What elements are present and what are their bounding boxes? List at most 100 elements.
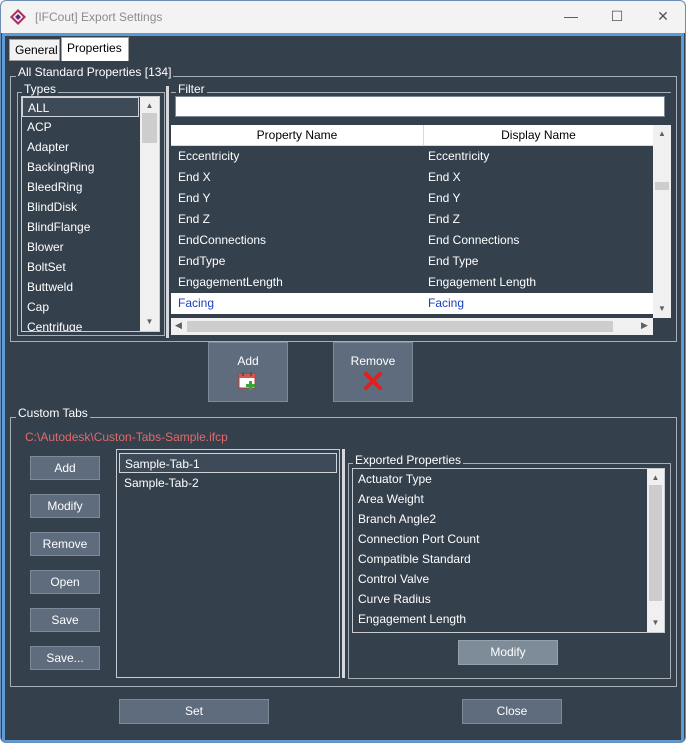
custom-tab-item[interactable]: Sample-Tab-1 [119,453,337,473]
types-list-item[interactable]: Adapter [22,137,139,157]
close-window-button[interactable]: ✕ [640,1,685,33]
exported-property-item[interactable]: Branch Angle2 [353,509,645,529]
types-list-item[interactable]: BoltSet [22,257,139,277]
grid-row[interactable]: End Z End Z [171,209,653,230]
exported-properties-list[interactable]: Actuator Type Area Weight Branch Angle2 Con… [352,468,665,633]
custom-remove-button[interactable]: Remove [30,532,100,556]
types-list-item[interactable]: Buttweld [22,277,139,297]
types-label: Types [22,82,59,96]
display-name-cell: End Y [428,191,461,205]
filter-label: Filter [176,82,207,96]
property-name-cell: Facing [178,296,215,310]
exported-scroll-up-icon[interactable]: ▲ [647,471,664,485]
custom-save-button[interactable]: Save [30,608,100,632]
column-header-property-name[interactable]: Property Name [171,125,424,146]
add-property-button[interactable]: Add [208,342,288,402]
exported-property-item[interactable]: Curve Radius [353,589,645,609]
filter-input[interactable] [175,96,665,117]
grid-row[interactable]: Facing Facing [171,293,653,314]
title-bar: [IFCout] Export Settings — ☐ ✕ [1,1,685,33]
property-name-cell: End Y [178,191,211,205]
grid-row[interactable]: Eccentricity Eccentricity [171,146,653,167]
custom-tab-item[interactable]: Sample-Tab-2 [119,473,337,493]
exported-property-item[interactable]: Compatible Standard [353,549,645,569]
grid-row[interactable]: EngagementLength Engagement Length [171,272,653,293]
exported-scroll-thumb[interactable] [649,485,662,601]
tab-general[interactable]: General [9,39,60,61]
display-name-cell: Eccentricity [428,149,490,163]
grid-row[interactable]: EndType End Type [171,251,653,272]
splitter[interactable] [166,86,169,338]
scroll-up-icon[interactable]: ▲ [140,99,159,113]
exported-scrollbar[interactable]: ▲ ▼ [647,469,664,632]
remove-property-label: Remove [350,354,396,368]
property-grid[interactable]: Property Name Display Name Eccentricity E… [171,125,671,335]
property-name-cell: EndConnections [178,233,267,247]
types-scrollbar[interactable]: ▲ ▼ [140,97,159,331]
property-name-cell: Eccentricity [178,149,240,163]
window-title: [IFCout] Export Settings [35,10,163,24]
exported-properties-label: Exported Properties [353,453,464,467]
custom-modify-button[interactable]: Modify [30,494,100,518]
custom-add-button[interactable]: Add [30,456,100,480]
property-name-cell: End X [178,170,211,184]
close-button[interactable]: Close [462,699,562,724]
types-list-item[interactable]: ACP [22,117,139,137]
types-list-item[interactable]: Centrifuge [22,317,139,331]
display-name-cell: End Z [428,212,461,226]
custom-open-button[interactable]: Open [30,570,100,594]
standard-properties-label: All Standard Properties [134] [16,65,174,79]
exported-property-item[interactable]: Engagement Length [353,609,645,629]
display-name-cell: End Connections [428,233,520,247]
red-x-icon [364,372,382,390]
maximize-button[interactable]: ☐ [594,1,640,33]
grid-scroll-down-icon[interactable]: ▼ [653,302,671,316]
export-settings-window: [IFCout] Export Settings — ☐ ✕ General P… [0,0,686,743]
property-name-cell: End Z [178,212,211,226]
exported-property-item[interactable]: Actuator Type [353,469,645,489]
custom-tab-list[interactable]: Sample-Tab-1 Sample-Tab-2 [116,449,340,678]
scroll-left-icon[interactable]: ◀ [175,320,182,331]
add-property-label: Add [237,354,259,368]
minimize-button[interactable]: — [548,1,594,33]
types-scroll-thumb[interactable] [142,113,157,143]
custom-save-as-button[interactable]: Save... [30,646,100,670]
grid-vscroll-thumb[interactable] [655,182,669,190]
display-name-cell: End Type [428,254,479,268]
grid-row[interactable]: End Y End Y [171,188,653,209]
set-button[interactable]: Set [119,699,269,724]
property-name-cell: EndType [178,254,226,268]
types-list-item[interactable]: Blower [22,237,139,257]
grid-horizontal-scrollbar[interactable]: ◀ ▶ [171,318,653,335]
app-logo-icon [10,9,26,25]
tab-properties[interactable]: Properties [61,37,129,61]
property-name-cell: EngagementLength [178,275,283,289]
display-name-cell: Facing [428,296,465,310]
calendar-add-icon [238,372,256,390]
display-name-cell: Engagement Length [428,275,537,289]
types-list-item[interactable]: BleedRing [22,177,139,197]
scroll-right-icon[interactable]: ▶ [641,320,648,331]
exported-property-item[interactable]: Area Weight [353,489,645,509]
scroll-down-icon[interactable]: ▼ [140,315,159,329]
exported-property-item[interactable]: Control Valve [353,569,645,589]
client-area: General Properties All Standard Properti… [2,33,684,742]
grid-vertical-scrollbar[interactable]: ▲ ▼ [653,125,671,318]
types-list-item[interactable]: Cap [22,297,139,317]
grid-row[interactable]: EndConnections End Connections [171,230,653,251]
types-list[interactable]: ALL ACP Adapter BackingRing BleedRing BlindDi… [21,96,160,332]
custom-splitter[interactable] [342,449,345,678]
column-header-display-name[interactable]: Display Name [424,125,653,146]
grid-hscroll-thumb[interactable] [187,321,613,332]
types-list-item[interactable]: BackingRing [22,157,139,177]
types-list-item[interactable]: BlindFlange [22,217,139,237]
exported-scroll-down-icon[interactable]: ▼ [647,616,664,630]
modify-exported-button[interactable]: Modify [458,640,558,665]
types-list-item[interactable]: BlindDisk [22,197,139,217]
remove-property-button[interactable]: Remove [333,342,413,402]
custom-tabs-file-path: C:\Autodesk\Custon-Tabs-Sample.ifcp [25,430,228,444]
grid-scroll-up-icon[interactable]: ▲ [653,127,671,141]
grid-row[interactable]: End X End X [171,167,653,188]
exported-property-item[interactable]: Connection Port Count [353,529,645,549]
types-list-item[interactable]: ALL [22,97,139,117]
